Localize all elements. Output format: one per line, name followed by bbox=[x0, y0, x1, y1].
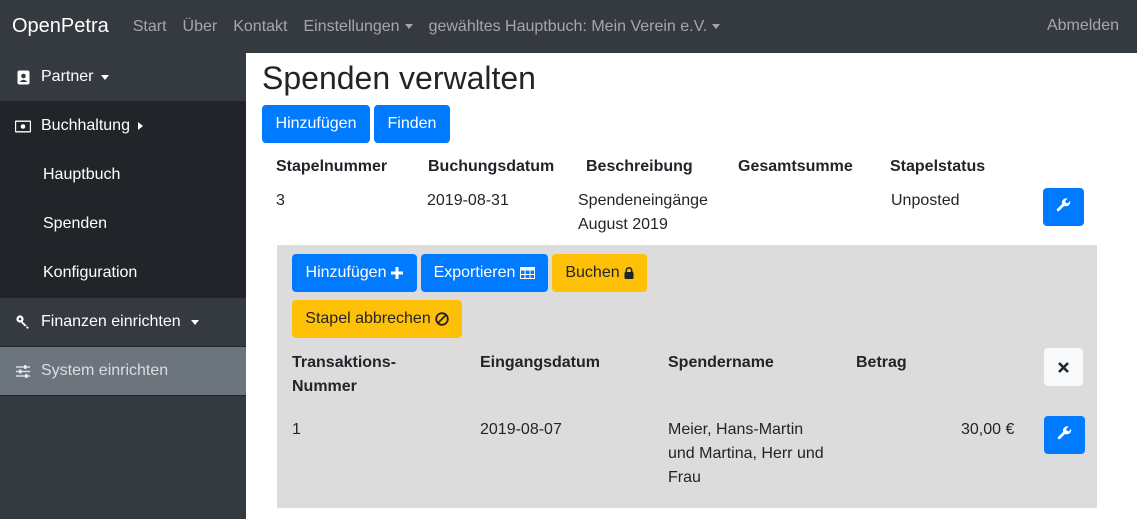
nav-about[interactable]: Über bbox=[183, 18, 218, 36]
sidebar: Partner Buchhaltung Hauptbuch Spenden Ko… bbox=[0, 53, 246, 519]
batch-description-line: Spendeneingänge bbox=[578, 192, 708, 209]
top-navbar: OpenPetra Start Über Kontakt Einstellung… bbox=[0, 0, 1137, 53]
find-batch-button[interactable]: Finden bbox=[374, 105, 450, 143]
sliders-icon bbox=[15, 363, 31, 379]
close-icon bbox=[1058, 361, 1069, 373]
batch-number: 3 bbox=[276, 192, 285, 209]
add-transaction-label: Hinzufügen bbox=[305, 264, 387, 281]
brand-logo[interactable]: OpenPetra bbox=[12, 15, 109, 38]
wrench-icon bbox=[1056, 197, 1071, 217]
sidebar-item-finance-setup[interactable]: Finanzen einrichten bbox=[0, 298, 246, 347]
add-transaction-button[interactable]: Hinzufügen bbox=[292, 254, 417, 292]
col-header-total: Gesamtsumme bbox=[738, 158, 853, 175]
table-icon bbox=[520, 267, 536, 279]
address-book-icon bbox=[15, 69, 31, 85]
chevron-down-icon bbox=[101, 74, 110, 80]
sidebar-item-configuration[interactable]: Konfiguration bbox=[0, 249, 246, 298]
col-header-line: Nummer bbox=[292, 378, 357, 395]
chevron-right-icon bbox=[137, 122, 143, 130]
export-button[interactable]: Exportieren bbox=[421, 254, 548, 292]
sidebar-item-label: Finanzen einrichten bbox=[41, 313, 181, 330]
batch-description-line: August 2019 bbox=[578, 216, 668, 233]
money-bill-icon bbox=[15, 118, 31, 134]
batch-date: 2019-08-31 bbox=[427, 192, 509, 209]
batch-status: Unposted bbox=[891, 192, 960, 209]
donor-line: Meier, Hans-Martin bbox=[668, 421, 804, 438]
col-header-description: Beschreibung bbox=[586, 158, 693, 175]
sidebar-item-label: Buchhaltung bbox=[41, 117, 130, 134]
chevron-down-icon bbox=[712, 24, 721, 29]
col-header-receipt-date: Eingangsdatum bbox=[480, 354, 601, 371]
chevron-down-icon bbox=[404, 24, 413, 29]
transaction-number: 1 bbox=[292, 421, 301, 438]
nav-start[interactable]: Start bbox=[133, 18, 167, 36]
transaction-date: 2019-08-07 bbox=[480, 421, 562, 438]
nav-ledger-label: gewähltes Hauptbuch: Mein Verein e.V. bbox=[428, 17, 708, 35]
sidebar-item-donations[interactable]: Spenden bbox=[0, 200, 246, 249]
nav-contact[interactable]: Kontakt bbox=[233, 18, 287, 36]
nav-ledger-dropdown[interactable]: gewähltes Hauptbuch: Mein Verein e.V. bbox=[429, 18, 721, 36]
post-batch-label: Buchen bbox=[565, 264, 620, 281]
col-header-amount: Betrag bbox=[856, 354, 907, 371]
add-batch-button[interactable]: Hinzufügen bbox=[262, 105, 370, 143]
col-header-line: Transaktions- bbox=[292, 354, 397, 371]
post-batch-button[interactable]: Buchen bbox=[552, 254, 647, 292]
lock-icon bbox=[624, 267, 634, 279]
batch-description: Spendeneingänge August 2019 bbox=[578, 189, 708, 237]
cancel-batch-button[interactable]: Stapel abbrechen bbox=[292, 300, 462, 338]
plus-icon bbox=[391, 267, 404, 279]
cancel-batch-label: Stapel abbrechen bbox=[305, 310, 431, 327]
transaction-amount: 30,00 € bbox=[961, 421, 1015, 438]
sidebar-item-ledger[interactable]: Hauptbuch bbox=[0, 151, 246, 200]
sidebar-item-label: System einrichten bbox=[41, 362, 169, 379]
wrench-icon bbox=[1057, 425, 1072, 445]
export-label: Exportieren bbox=[433, 264, 516, 281]
col-header-transaction-number: Transaktions- Nummer bbox=[292, 351, 396, 399]
sidebar-item-partner[interactable]: Partner bbox=[0, 53, 246, 102]
col-header-batch-number: Stapelnummer bbox=[276, 158, 388, 175]
col-header-donor-name: Spendername bbox=[668, 354, 774, 371]
sidebar-item-label: Partner bbox=[41, 68, 94, 85]
edit-transaction-button[interactable] bbox=[1044, 416, 1085, 454]
key-icon bbox=[15, 314, 31, 330]
nav-settings-dropdown[interactable]: Einstellungen bbox=[303, 17, 413, 36]
donor-line: Frau bbox=[668, 469, 701, 486]
sidebar-item-accounting[interactable]: Buchhaltung bbox=[0, 102, 246, 151]
sidebar-item-system-setup[interactable]: System einrichten bbox=[0, 347, 246, 396]
col-header-status: Stapelstatus bbox=[890, 158, 986, 175]
logout-link[interactable]: Abmelden bbox=[1047, 17, 1119, 35]
close-detail-button[interactable] bbox=[1044, 348, 1083, 386]
donor-line: und Martina, Herr und bbox=[668, 445, 824, 462]
chevron-down-icon bbox=[190, 319, 199, 325]
page-title: Spenden verwalten bbox=[262, 60, 536, 96]
edit-batch-button[interactable] bbox=[1043, 188, 1084, 226]
ban-icon bbox=[435, 312, 449, 326]
main-content: Spenden verwalten bbox=[262, 53, 1122, 105]
nav-settings-label: Einstellungen bbox=[303, 17, 400, 35]
transaction-donor: Meier, Hans-Martin und Martina, Herr und… bbox=[668, 418, 824, 490]
col-header-posting-date: Buchungsdatum bbox=[428, 158, 555, 175]
